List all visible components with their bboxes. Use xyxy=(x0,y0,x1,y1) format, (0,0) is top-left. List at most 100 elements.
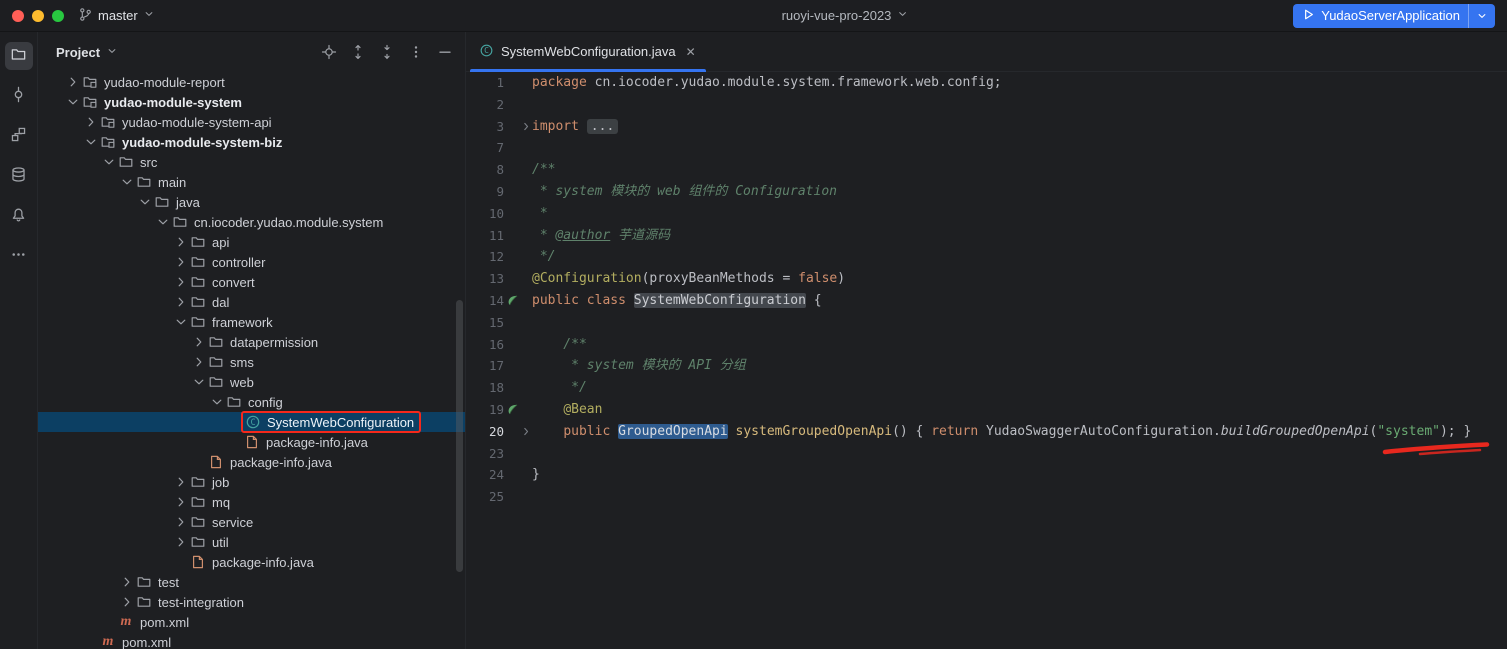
project-title-widget[interactable]: ruoyi-vue-pro-2023 xyxy=(782,8,909,23)
line-number[interactable]: 9 xyxy=(466,181,504,203)
tree-item[interactable]: src xyxy=(38,152,465,172)
tree-item[interactable]: config xyxy=(38,392,465,412)
line-number[interactable]: 10 xyxy=(466,203,504,225)
activity-database-button[interactable] xyxy=(5,162,33,190)
tree-item[interactable]: test-integration xyxy=(38,592,465,612)
minimize-window-button[interactable] xyxy=(32,10,44,22)
code-line[interactable]: 11 * @author 芋道源码 xyxy=(466,225,1507,247)
tree-item[interactable]: job xyxy=(38,472,465,492)
chevron-right-icon[interactable] xyxy=(172,514,190,530)
chevron-right-icon[interactable] xyxy=(172,534,190,550)
expand-all-icon[interactable] xyxy=(350,44,366,60)
chevron-right-icon[interactable] xyxy=(172,234,190,250)
chevron-down-icon[interactable] xyxy=(208,394,226,410)
code-line[interactable]: 8/** xyxy=(466,159,1507,181)
chevron-down-icon[interactable] xyxy=(136,194,154,210)
chevron-right-icon[interactable] xyxy=(118,574,136,590)
tree-item[interactable]: java xyxy=(38,192,465,212)
zoom-window-button[interactable] xyxy=(52,10,64,22)
chevron-right-icon[interactable] xyxy=(82,114,100,130)
line-number[interactable]: 24 xyxy=(466,464,504,486)
code-line[interactable]: 13@Configuration(proxyBeanMethods = fals… xyxy=(466,268,1507,290)
line-number[interactable]: 3 xyxy=(466,116,504,138)
activity-notifications-button[interactable] xyxy=(5,202,33,230)
line-number[interactable]: 16 xyxy=(466,334,504,356)
line-number[interactable]: 13 xyxy=(466,268,504,290)
code-line[interactable]: 24} xyxy=(466,464,1507,486)
code-line[interactable]: 20 public GroupedOpenApi systemGroupedOp… xyxy=(466,421,1507,443)
code-line[interactable]: 7 xyxy=(466,137,1507,159)
activity-more-button[interactable] xyxy=(5,242,33,270)
line-number[interactable]: 12 xyxy=(466,246,504,268)
tree-item[interactable]: service xyxy=(38,512,465,532)
run-main-segment[interactable]: YudaoServerApplication xyxy=(1293,4,1468,28)
tree-item[interactable]: util xyxy=(38,532,465,552)
chevron-right-icon[interactable] xyxy=(172,254,190,270)
chevron-down-icon[interactable] xyxy=(82,134,100,150)
activity-commit-button[interactable] xyxy=(5,82,33,110)
code-line[interactable]: 10 * xyxy=(466,203,1507,225)
locate-icon[interactable] xyxy=(321,44,337,60)
code-line[interactable]: 3import ... xyxy=(466,116,1507,138)
line-number[interactable]: 15 xyxy=(466,312,504,334)
chevron-down-icon[interactable] xyxy=(106,45,118,60)
tree-item[interactable]: convert xyxy=(38,272,465,292)
chevron-right-icon[interactable] xyxy=(172,474,190,490)
tree-item[interactable]: sms xyxy=(38,352,465,372)
tree-item[interactable]: package-info.java xyxy=(38,552,465,572)
line-number[interactable]: 20 xyxy=(466,421,504,443)
chevron-down-icon[interactable] xyxy=(118,174,136,190)
hide-icon[interactable] xyxy=(437,44,453,60)
code-line[interactable]: 9 * system 模块的 web 组件的 Configuration xyxy=(466,181,1507,203)
tree-item[interactable]: cn.iocoder.yudao.module.system xyxy=(38,212,465,232)
line-number[interactable]: 25 xyxy=(466,486,504,508)
code-line[interactable]: 18 */ xyxy=(466,377,1507,399)
chevron-down-icon[interactable] xyxy=(190,374,208,390)
code-line[interactable]: 2 xyxy=(466,94,1507,116)
line-number[interactable]: 1 xyxy=(466,72,504,94)
tree-item[interactable]: yudao-module-system-biz xyxy=(38,132,465,152)
tree-item[interactable]: yudao-module-system-api xyxy=(38,112,465,132)
line-number[interactable]: 19 xyxy=(466,399,504,421)
activity-structure-button[interactable] xyxy=(5,122,33,150)
tree-item[interactable]: dal xyxy=(38,292,465,312)
tree-item[interactable]: main xyxy=(38,172,465,192)
tree-item[interactable]: framework xyxy=(38,312,465,332)
tree-item[interactable]: datapermission xyxy=(38,332,465,352)
chevron-right-icon[interactable] xyxy=(64,74,82,90)
chevron-right-icon[interactable] xyxy=(172,274,190,290)
line-number[interactable]: 11 xyxy=(466,225,504,247)
code-line[interactable]: 19 @Bean xyxy=(466,399,1507,421)
code-line[interactable]: 14public class SystemWebConfiguration { xyxy=(466,290,1507,312)
fold-arrow-icon[interactable] xyxy=(521,426,532,437)
chevron-down-icon[interactable] xyxy=(64,94,82,110)
chevron-right-icon[interactable] xyxy=(190,334,208,350)
run-dropdown-button[interactable] xyxy=(1469,4,1495,28)
line-number[interactable]: 2 xyxy=(466,94,504,116)
code-line[interactable]: 1package cn.iocoder.yudao.module.system.… xyxy=(466,72,1507,94)
chevron-down-icon[interactable] xyxy=(154,214,172,230)
close-tab-icon[interactable]: ✕ xyxy=(686,45,696,59)
spring-bean-gutter-icon[interactable] xyxy=(504,403,521,416)
more-vertical-icon[interactable] xyxy=(408,44,424,60)
tree-item[interactable]: web xyxy=(38,372,465,392)
tree-item[interactable]: CSystemWebConfiguration xyxy=(38,412,465,432)
run-button[interactable]: YudaoServerApplication xyxy=(1293,4,1495,28)
tree-item[interactable]: yudao-module-system xyxy=(38,92,465,112)
chevron-right-icon[interactable] xyxy=(172,294,190,310)
code-line[interactable]: 25 xyxy=(466,486,1507,508)
chevron-right-icon[interactable] xyxy=(190,354,208,370)
code-line[interactable]: 16 /** xyxy=(466,334,1507,356)
tree-item[interactable]: mq xyxy=(38,492,465,512)
chevron-down-icon[interactable] xyxy=(100,154,118,170)
tree-item[interactable]: mpom.xml xyxy=(38,612,465,632)
tree-item[interactable]: api xyxy=(38,232,465,252)
tree-item[interactable]: test xyxy=(38,572,465,592)
activity-project-button[interactable] xyxy=(5,42,33,70)
chevron-right-icon[interactable] xyxy=(118,594,136,610)
git-branch-widget[interactable]: master xyxy=(78,7,155,25)
fold-arrow-icon[interactable] xyxy=(521,121,532,132)
tree-item[interactable]: controller xyxy=(38,252,465,272)
line-number[interactable]: 23 xyxy=(466,443,504,465)
code-line[interactable]: 17 * system 模块的 API 分组 xyxy=(466,355,1507,377)
